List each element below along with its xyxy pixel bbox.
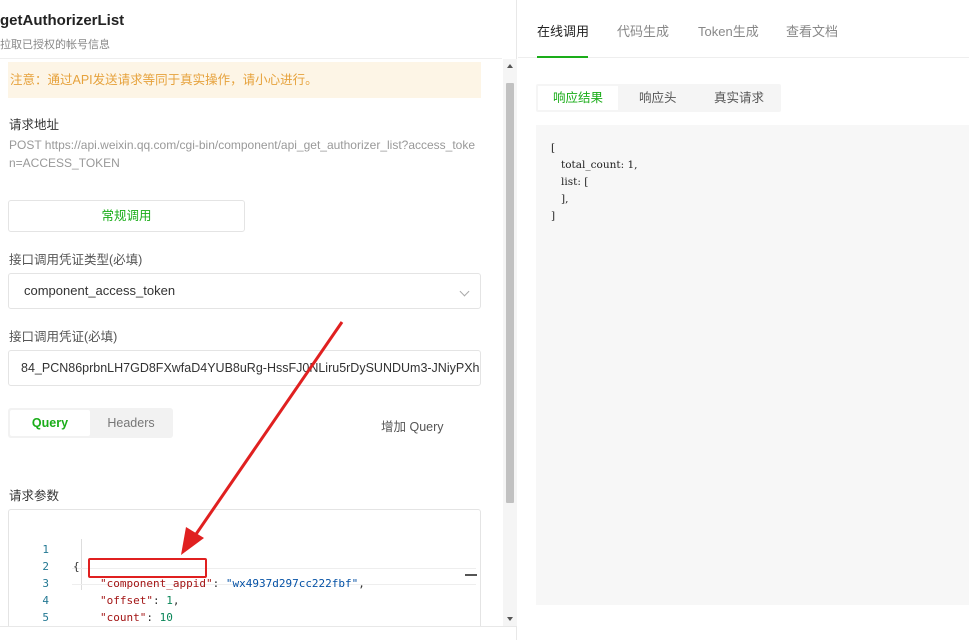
add-query-button[interactable]: 增加 Query [381, 416, 444, 435]
divider [0, 626, 517, 627]
tab-response-headers[interactable]: 响应头 [639, 84, 677, 112]
json-key: "offset" [100, 594, 153, 607]
credential-type-select[interactable]: component_access_token [8, 273, 481, 309]
warning-notice: 注意：通过API发送请求等同于真实操作，请小心进行。 [8, 62, 481, 98]
cursor-indicator [465, 574, 477, 576]
api-title: getAuthorizerList [0, 12, 125, 29]
code-line: 1 { [9, 524, 79, 573]
credential-type-value: component_access_token [24, 283, 176, 298]
json-key: "count" [100, 611, 147, 624]
response-text: [ total_count: 1, list: [ ], ] [551, 142, 638, 222]
json-sep: : [152, 594, 167, 607]
scroll-down-icon[interactable] [507, 617, 513, 621]
tab-token-gen[interactable]: Token生成 [698, 21, 759, 40]
json-comma: , [358, 577, 365, 590]
annotation-highlight-box [88, 558, 207, 578]
json-comma: , [172, 594, 180, 607]
credential-input[interactable]: 84_PCN86prbnLH7GD8FXwfaD4YUB8uRg-HssFJ0N… [8, 350, 481, 386]
main-tabs: 在线调用 代码生成 Token生成 查看文档 [518, 0, 969, 58]
tab-code-gen[interactable]: 代码生成 [617, 21, 669, 40]
code-text: "offset": 1, [100, 592, 179, 609]
code-line: 3 "offset": 1, [9, 558, 179, 607]
code-line: 4 "count": 10 [9, 575, 172, 624]
scrollbar-thumb[interactable] [506, 83, 514, 503]
code-editor[interactable]: 1 { 2 "component_appid": "wx4937d297cc22… [8, 509, 481, 626]
tab-docs[interactable]: 查看文档 [786, 21, 838, 40]
code-line: 2 "component_appid": "wx4937d297cc222fbf… [9, 541, 365, 590]
vertical-scrollbar[interactable] [503, 59, 517, 626]
tab-response-result[interactable]: 响应结果 [538, 86, 618, 110]
request-panel: getAuthorizerList 拉取已授权的帐号信息 注意：通过API发送请… [0, 0, 517, 640]
credential-type-label: 接口调用凭证类型(必填) [9, 253, 143, 267]
param-tabs: Query Headers [8, 408, 173, 438]
active-tab-indicator [537, 56, 588, 58]
credential-label: 接口调用凭证(必填) [9, 330, 118, 344]
chevron-down-icon [459, 286, 470, 297]
json-value: 10 [159, 611, 173, 624]
code-text: "count": 10 [100, 609, 173, 626]
tab-query[interactable]: Query [10, 410, 90, 436]
response-body: [ total_count: 1, list: [ ], ] [536, 125, 969, 605]
json-key: "component_appid" [100, 577, 213, 590]
request-url: POST https://api.weixin.qq.com/cgi-bin/c… [9, 138, 476, 170]
normal-call-button[interactable]: 常规调用 [8, 200, 245, 232]
response-tabs: 响应结果 响应头 真实请求 [536, 84, 781, 112]
json-value: 1 [166, 594, 173, 607]
json-sep: : [146, 611, 160, 624]
json-sep: : [212, 577, 226, 590]
tab-online-call[interactable]: 在线调用 [537, 21, 589, 40]
scroll-up-icon[interactable] [507, 64, 513, 68]
response-panel: 在线调用 代码生成 Token生成 查看文档 响应结果 响应头 真实请求 [ t… [518, 0, 969, 640]
request-form: 注意：通过API发送请求等同于真实操作，请小心进行。 请求地址 POST htt… [0, 59, 503, 626]
tab-headers[interactable]: Headers [92, 410, 170, 436]
api-subtitle: 拉取已授权的帐号信息 [0, 39, 110, 51]
line-number: 5 [42, 611, 49, 624]
url-label: 请求地址 [9, 118, 60, 132]
params-label: 请求参数 [9, 489, 60, 503]
code-line: 5 } [9, 592, 62, 624]
tab-real-request[interactable]: 真实请求 [714, 84, 764, 112]
json-value: "wx4937d297cc222fbf" [225, 577, 359, 590]
code-text: { [73, 560, 80, 573]
